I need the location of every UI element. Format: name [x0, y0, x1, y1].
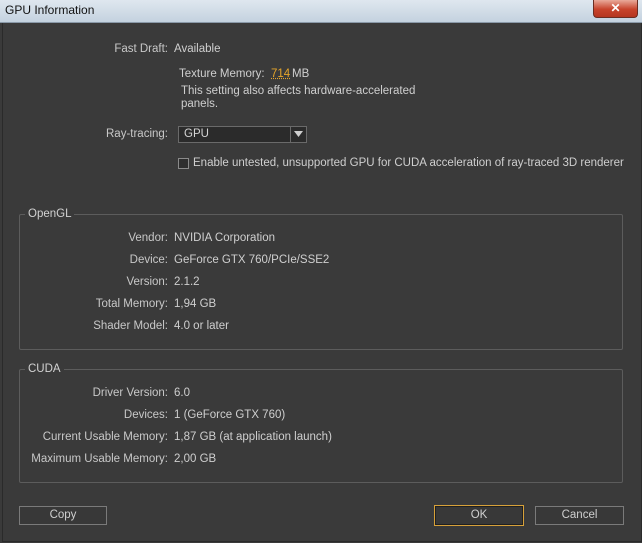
raytracing-selected-value: GPU: [184, 128, 209, 140]
texture-memory-unit: MB: [292, 68, 310, 80]
fast-draft-label: Fast Draft:: [114, 43, 168, 55]
cuda-max-usable-memory-label: Maximum Usable Memory:: [31, 453, 168, 465]
cuda-group-title: CUDA: [25, 363, 64, 375]
copy-button[interactable]: Copy: [19, 506, 107, 525]
close-button[interactable]: ✕: [593, 0, 638, 18]
opengl-vendor-label: Vendor:: [128, 232, 168, 244]
opengl-group-title: OpenGL: [25, 208, 75, 220]
opengl-shader-model-label: Shader Model:: [93, 320, 168, 332]
enable-untested-gpu-checkbox[interactable]: [178, 158, 189, 169]
cuda-current-usable-memory-value: 1,87 GB (at application launch): [174, 431, 332, 443]
cuda-current-usable-memory-label: Current Usable Memory:: [42, 431, 168, 443]
opengl-shader-model-value: 4.0 or later: [174, 320, 229, 332]
note-text-line2: panels.: [181, 98, 219, 110]
title-bar: GPU Information ✕: [0, 0, 642, 23]
opengl-vendor-value: NVIDIA Corporation: [174, 232, 275, 244]
enable-untested-gpu-label: Enable untested, unsupported GPU for CUD…: [193, 157, 624, 169]
opengl-device-value: GeForce GTX 760/PCIe/SSE2: [174, 254, 330, 266]
cancel-button[interactable]: Cancel: [535, 506, 624, 525]
cuda-driver-version-label: Driver Version:: [92, 387, 168, 399]
ok-button[interactable]: OK: [434, 505, 524, 526]
texture-memory-label: Texture Memory:: [179, 68, 265, 80]
dialog-body: Fast Draft: Available Texture Memory: 71…: [2, 23, 642, 542]
note-text-line1: This setting also affects hardware-accel…: [181, 85, 416, 97]
cuda-devices-value: 1 (GeForce GTX 760): [174, 409, 286, 421]
dropdown-button[interactable]: [290, 127, 306, 142]
cuda-max-usable-memory-value: 2,00 GB: [174, 453, 217, 465]
close-icon: ✕: [610, 1, 621, 15]
window-title: GPU Information: [5, 3, 95, 17]
chevron-down-icon: [294, 131, 303, 137]
opengl-version-label: Version:: [126, 276, 168, 288]
opengl-device-label: Device:: [129, 254, 168, 266]
opengl-total-memory-value: 1,94 GB: [174, 298, 217, 310]
raytracing-select[interactable]: GPU: [178, 126, 307, 143]
opengl-version-value: 2.1.2: [174, 276, 200, 288]
cuda-driver-version-value: 6.0: [174, 387, 190, 399]
raytracing-label: Ray-tracing:: [106, 128, 168, 140]
texture-memory-value[interactable]: 714: [271, 68, 290, 80]
cuda-devices-label: Devices:: [123, 409, 168, 421]
opengl-total-memory-label: Total Memory:: [95, 298, 168, 310]
fast-draft-value: Available: [174, 43, 221, 55]
